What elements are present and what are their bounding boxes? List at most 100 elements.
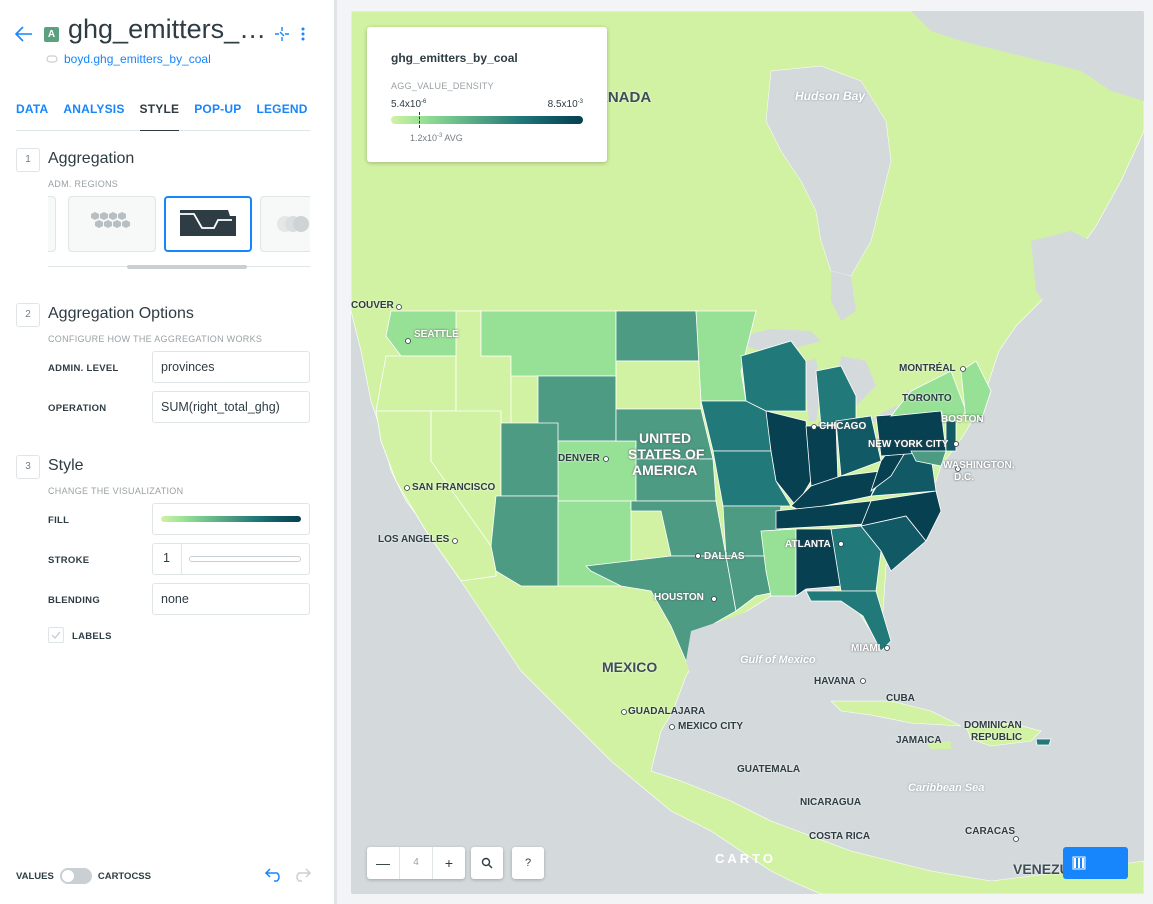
label-jamaica: JAMAICA	[896, 735, 942, 746]
hexbins-icon	[91, 212, 130, 228]
aggregation-option-hexbins[interactable]	[68, 196, 156, 252]
admin-level-label: ADMIN. LEVEL	[48, 363, 119, 374]
check-icon	[51, 631, 61, 640]
label-washington-dc: D.C.	[954, 472, 974, 483]
admin-regions-icon	[180, 210, 236, 236]
back-arrow-icon[interactable]	[14, 25, 34, 48]
legend-avg: 1.2x10-3 AVG	[410, 133, 463, 143]
panel-header: A ghg_emitters_… boyd.ghg_emitters_by_co…	[0, 0, 334, 80]
label-montreal: MONTRÉAL	[899, 363, 956, 374]
aggregation-option-points[interactable]	[48, 196, 56, 252]
carousel-scrollbar[interactable]	[127, 265, 247, 269]
section-number: 1	[16, 148, 40, 172]
stroke-color-picker[interactable]	[189, 556, 301, 562]
aggregation-option-admin-regions[interactable]	[164, 196, 252, 252]
widgets-button[interactable]	[1063, 847, 1128, 879]
label-costa-rica: COSTA RICA	[809, 831, 871, 842]
zoom-level: 4	[399, 847, 433, 879]
section-title: Style	[48, 457, 84, 474]
label-caribbean-sea: Caribbean Sea	[908, 782, 985, 794]
center-map-icon[interactable]	[274, 26, 290, 47]
tab-popup[interactable]: POP-UP	[194, 102, 241, 130]
label-guadalajara: GUADALAJARA	[628, 706, 706, 717]
label-los-angeles: LOS ANGELES	[378, 534, 450, 545]
label-toronto: TORONTO	[902, 393, 952, 404]
operation-select[interactable]: SUM(right_total_ghg)	[152, 391, 310, 423]
search-icon	[481, 857, 493, 869]
label-washington: WASHINGTON,	[943, 460, 1015, 471]
stroke-width-input[interactable]: 1	[153, 544, 182, 574]
label-houston: HOUSTON	[654, 592, 704, 603]
label-venezuela: VENEZU	[1013, 861, 1070, 877]
legend-avg-marker	[419, 112, 420, 128]
label-havana: HAVANA	[814, 676, 856, 687]
layer-title[interactable]: ghg_emitters_…	[68, 14, 266, 45]
label-boston: BOSTON	[941, 414, 984, 425]
animated-icon	[277, 216, 309, 232]
link-icon	[46, 55, 58, 63]
tab-analysis[interactable]: ANALYSIS	[63, 102, 124, 130]
more-options-icon[interactable]	[300, 26, 306, 47]
section-title: Aggregation	[48, 150, 135, 167]
map-legend: ghg_emitters_by_coal AGG_VALUE_DENSITY 5…	[367, 27, 607, 162]
tab-style[interactable]: STYLE	[139, 102, 180, 131]
search-button[interactable]	[471, 847, 503, 879]
legend-title: ghg_emitters_by_coal	[391, 51, 518, 65]
zoom-out-button[interactable]: —	[367, 847, 399, 879]
legend-max: 8.5x10-3	[547, 99, 583, 110]
editor-mode-switch: VALUES CARTOCSS	[16, 868, 151, 884]
label-usa-3: AMERICA	[632, 462, 698, 478]
section-subtitle: CHANGE THE VISUALIZATION	[48, 486, 184, 496]
values-label: VALUES	[16, 870, 54, 882]
help-button[interactable]: ?	[512, 847, 544, 879]
label-miami: MIAMI	[851, 643, 881, 654]
tab-data[interactable]: DATA	[16, 102, 48, 130]
layer-badge: A	[44, 27, 59, 42]
section-title: Aggregation Options	[48, 305, 194, 322]
label-chicago: CHICAGO	[819, 421, 867, 432]
panel-divider[interactable]	[334, 0, 337, 904]
admin-level-select[interactable]: provinces	[152, 351, 310, 383]
stroke-label: STROKE	[48, 555, 90, 566]
label-mexico: MEXICO	[602, 659, 658, 675]
zoom-in-button[interactable]: +	[433, 847, 465, 879]
redo-icon[interactable]	[292, 866, 312, 887]
label-guatemala: GUATEMALA	[737, 764, 801, 775]
fill-ramp-picker[interactable]	[152, 503, 310, 535]
label-seattle: SEATTLE	[414, 329, 459, 340]
operation-label: OPERATION	[48, 403, 107, 414]
style-panel: A ghg_emitters_… boyd.ghg_emitters_by_co…	[0, 0, 334, 904]
zoom-control: — 4 +	[367, 847, 465, 879]
section-subtitle: ADM. REGIONS	[48, 179, 119, 189]
section-number: 2	[16, 303, 40, 327]
section-number: 3	[16, 455, 40, 479]
label-usa-1: UNITED	[639, 430, 692, 446]
label-atlanta: ATLANTA	[785, 539, 831, 550]
widgets-icon	[1072, 856, 1086, 870]
labels-checkbox[interactable]	[48, 627, 64, 643]
label-hudson-bay: Hudson Bay	[795, 89, 866, 103]
legend-min: 5.4x10-6	[391, 99, 427, 110]
legend-subtitle: AGG_VALUE_DENSITY	[391, 81, 494, 91]
section-subtitle: CONFIGURE HOW THE AGGREGATION WORKS	[48, 334, 263, 344]
label-nicaragua: NICARAGUA	[800, 797, 862, 808]
fill-label: FILL	[48, 515, 70, 526]
source-link[interactable]: boyd.ghg_emitters_by_coal	[46, 52, 211, 66]
label-gulf-of-mexico: Gulf of Mexico	[740, 654, 816, 666]
tab-bar: DATA ANALYSIS STYLE POP-UP LEGEND	[16, 102, 310, 131]
label-dominican-republic-2: REPUBLIC	[971, 732, 1023, 743]
fill-color-ramp	[161, 516, 301, 522]
aggregation-options	[48, 196, 310, 252]
label-dallas: DALLAS	[704, 551, 745, 562]
cartocss-label: CARTOCSS	[97, 870, 151, 882]
label-mexico-city: MEXICO CITY	[678, 721, 744, 732]
tab-legend[interactable]: LEGEND	[256, 102, 307, 130]
undo-icon[interactable]	[264, 866, 284, 887]
blending-select[interactable]: none	[152, 583, 310, 615]
label-vancouver: COUVER	[351, 300, 394, 311]
label-san-francisco: SAN FRANCISCO	[412, 482, 496, 493]
label-caracas: CARACAS	[965, 826, 1015, 837]
aggregation-option-animated[interactable]	[260, 196, 310, 252]
mode-toggle[interactable]	[59, 868, 92, 884]
source-name[interactable]: boyd.ghg_emitters_by_coal	[64, 52, 211, 66]
